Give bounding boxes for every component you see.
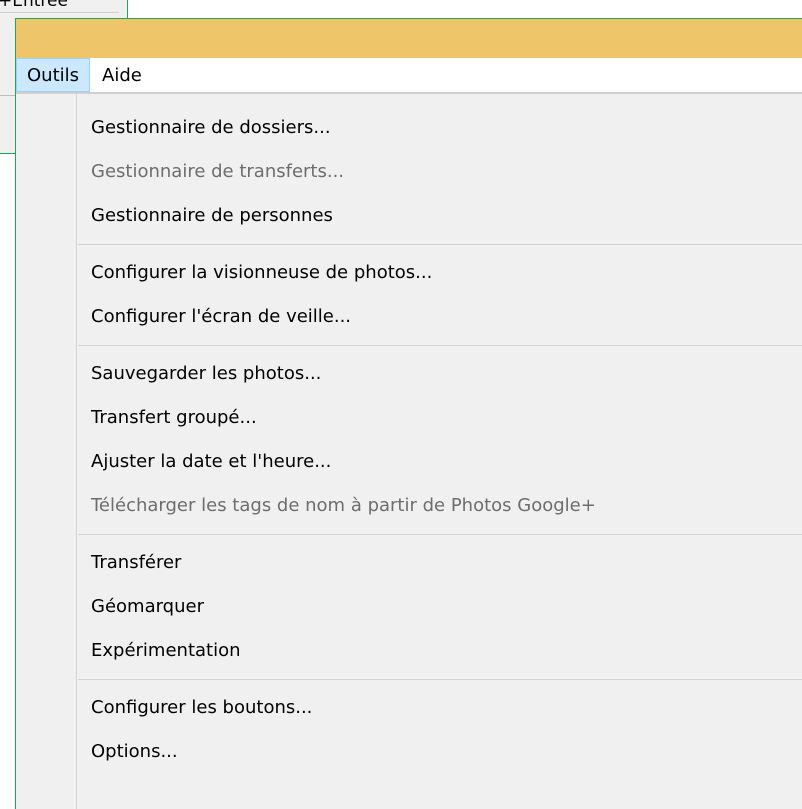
menu-item-geomarquer[interactable]: Géomarquer (16, 585, 802, 629)
menu-separator (16, 673, 802, 686)
screen: +Entrée Outils Aide Gestionnaire de doss… (0, 0, 802, 809)
menu-item-sauvegarder-photos[interactable]: Sauvegarder les photos... (16, 352, 802, 396)
menu-separator (16, 238, 802, 251)
menu-item-label: Gestionnaire de transferts... (91, 161, 345, 182)
menu-item-label: Télécharger les tags de nom à partir de … (91, 495, 596, 516)
menu-item-list: Gestionnaire de dossiers... Gestionnaire … (16, 106, 802, 774)
menu-item-options[interactable]: Options... (16, 730, 802, 774)
menu-item-label: Transfert groupé... (91, 407, 257, 428)
menu-item-configurer-boutons[interactable]: Configurer les boutons... (16, 686, 802, 730)
menu-item-label: Expérimentation (91, 640, 241, 661)
menu-item-experimentation[interactable]: Expérimentation (16, 629, 802, 673)
menu-item-label: Configurer la visionneuse de photos... (91, 262, 433, 283)
menu-item-configurer-ecran-veille[interactable]: Configurer l'écran de veille... (16, 295, 802, 339)
menu-separator (16, 528, 802, 541)
app-window: Outils Aide Gestionnaire de dossiers... G… (15, 18, 802, 809)
menu-item-transfert-groupe[interactable]: Transfert groupé... (16, 396, 802, 440)
menu-aide[interactable]: Aide (90, 58, 154, 92)
menu-item-label: Géomarquer (91, 596, 204, 617)
menu-item-telecharger-tags: Télécharger les tags de nom à partir de … (16, 484, 802, 528)
menu-item-label: Sauvegarder les photos... (91, 363, 322, 384)
background-window-divider (0, 12, 119, 13)
menu-item-gestionnaire-personnes[interactable]: Gestionnaire de personnes (16, 194, 802, 238)
menu-outils[interactable]: Outils (16, 58, 91, 92)
menu-item-gestionnaire-dossiers[interactable]: Gestionnaire de dossiers... (16, 106, 802, 150)
menu-item-transferer[interactable]: Transférer (16, 541, 802, 585)
title-bar[interactable] (16, 19, 802, 58)
background-window-label: +Entrée (0, 0, 68, 11)
menu-item-gestionnaire-transferts: Gestionnaire de transferts... (16, 150, 802, 194)
menu-item-label: Transférer (91, 552, 182, 573)
menu-item-label: Options... (91, 741, 178, 762)
menu-item-label: Ajuster la date et l'heure... (91, 451, 332, 472)
menu-item-label: Configurer les boutons... (91, 697, 313, 718)
menu-item-ajuster-date-heure[interactable]: Ajuster la date et l'heure... (16, 440, 802, 484)
menu-item-label: Gestionnaire de dossiers... (91, 117, 331, 138)
menu-bar: Outils Aide (16, 58, 802, 94)
menu-item-label: Configurer l'écran de veille... (91, 306, 352, 327)
menu-item-label: Gestionnaire de personnes (91, 205, 333, 226)
outils-dropdown-menu: Gestionnaire de dossiers... Gestionnaire … (16, 94, 802, 809)
menu-separator (16, 339, 802, 352)
menu-item-configurer-visionneuse[interactable]: Configurer la visionneuse de photos... (16, 251, 802, 295)
